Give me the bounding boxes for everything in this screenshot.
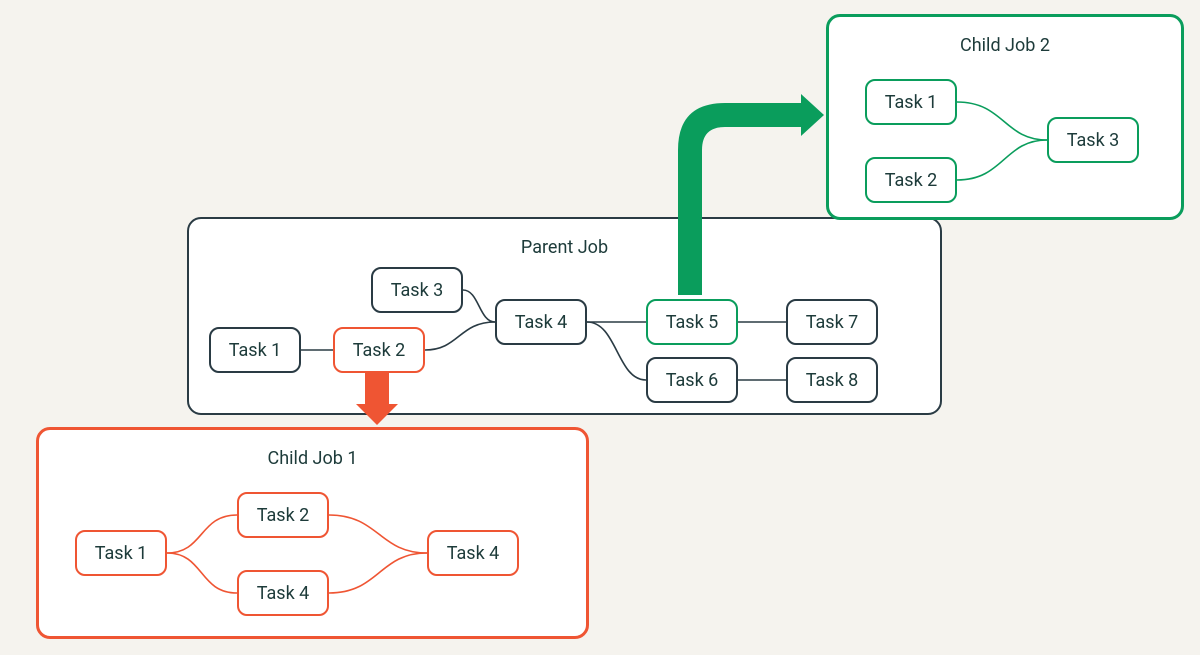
parent-task-4: Task 4 xyxy=(495,299,587,345)
child2-task-1: Task 1 xyxy=(865,79,957,125)
diagram-canvas: Parent Job Task 1 Task 2 Task 3 Task 4 T… xyxy=(0,0,1200,655)
child-job-2-group: Child Job 2 Task 1 Task 2 Task 3 xyxy=(826,14,1184,220)
child-job-2-title: Child Job 2 xyxy=(960,35,1050,56)
parent-job-group: Parent Job Task 1 Task 2 Task 3 Task 4 T… xyxy=(187,217,942,415)
child1-task-1: Task 1 xyxy=(75,530,167,576)
child1-task-3: Task 4 xyxy=(237,570,329,616)
child2-task-3: Task 3 xyxy=(1047,117,1139,163)
parent-task-1: Task 1 xyxy=(209,327,301,373)
parent-task-3: Task 3 xyxy=(371,267,463,313)
parent-task-6: Task 6 xyxy=(646,357,738,403)
child-job-1-title: Child Job 1 xyxy=(268,448,358,469)
child2-task-2: Task 2 xyxy=(865,157,957,203)
child1-task-4: Task 4 xyxy=(427,530,519,576)
parent-task-7: Task 7 xyxy=(786,299,878,345)
parent-task-8: Task 8 xyxy=(786,357,878,403)
child1-task-2: Task 2 xyxy=(237,492,329,538)
parent-task-5: Task 5 xyxy=(646,299,738,345)
child-job-1-group: Child Job 1 Task 1 Task 2 Task 4 Task 4 xyxy=(36,427,589,639)
parent-task-2: Task 2 xyxy=(333,327,425,373)
parent-job-title: Parent Job xyxy=(521,237,608,258)
